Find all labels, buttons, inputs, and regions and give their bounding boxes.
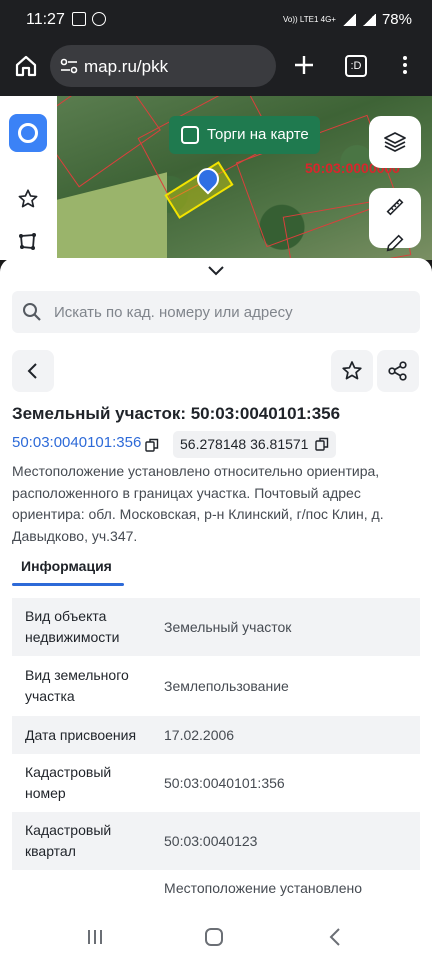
- search-bar: [12, 291, 420, 333]
- tab-information[interactable]: Информация: [12, 548, 124, 586]
- back-nav-icon[interactable]: [328, 928, 342, 946]
- home-icon[interactable]: [14, 54, 38, 78]
- status-time: 11:27: [26, 11, 65, 28]
- edit-pencil-icon[interactable]: [384, 232, 406, 254]
- search-input[interactable]: [54, 291, 404, 333]
- table-row: Местоположение установлено: [12, 870, 420, 902]
- object-info-sheet: Земельный участок: 50:03:0040101:356 50:…: [0, 258, 432, 902]
- copy-icon[interactable]: [315, 437, 329, 451]
- battery-level: 78%: [381, 11, 412, 28]
- network-label: Vo)) LTE1 4G+: [282, 14, 336, 24]
- home-nav-icon[interactable]: [205, 928, 223, 946]
- signal-icon-2: [361, 13, 376, 26]
- table-row: Кадастровый квартал 50:03:0040123: [12, 812, 420, 870]
- row-value: 50:03:0040123: [164, 833, 258, 849]
- chevron-left-icon: [27, 363, 37, 379]
- torgi-label: Торги на карте: [207, 126, 309, 143]
- map-field: [57, 172, 167, 260]
- favorite-button[interactable]: [331, 350, 373, 392]
- tab-information-label: Информация: [21, 558, 112, 574]
- browser-toolbar: map.ru/pkk :D: [0, 40, 432, 96]
- back-button[interactable]: [12, 350, 54, 392]
- tab-switcher-button[interactable]: :D: [345, 55, 367, 77]
- torgi-toggle-button[interactable]: Торги на карте: [169, 116, 320, 154]
- table-row: Дата присвоения 17.02.2006: [12, 716, 420, 754]
- recent-apps-icon[interactable]: [86, 929, 104, 945]
- map-tools-panel: [369, 188, 421, 252]
- copy-icon[interactable]: [145, 438, 159, 452]
- row-key: Вид земельного участка: [25, 667, 129, 704]
- coordinates-chip[interactable]: 56.278148 36.81571: [173, 431, 336, 458]
- search-icon: [23, 303, 41, 321]
- row-value: 17.02.2006: [164, 727, 235, 743]
- table-row: Вид объекта недвижимости Земельный участ…: [12, 598, 420, 656]
- share-icon: [388, 361, 407, 381]
- torgi-checkbox[interactable]: [181, 126, 199, 144]
- app-logo[interactable]: [9, 114, 47, 152]
- star-icon: [342, 361, 362, 380]
- notification-icon: [72, 12, 86, 26]
- map-view[interactable]: Торги на карте 50:03:0000000: [57, 96, 432, 260]
- row-key: Кадастровый квартал: [25, 822, 112, 859]
- share-button[interactable]: [377, 350, 419, 392]
- new-tab-icon[interactable]: [292, 53, 316, 77]
- info-table: Вид объекта недвижимости Земельный участ…: [12, 598, 420, 902]
- status-bar: 11:27 Vo)) LTE1 4G+ 78%: [0, 0, 432, 40]
- left-rail: [0, 96, 57, 260]
- table-row: Кадастровый номер 50:03:0040101:356: [12, 754, 420, 812]
- polygon-tool-icon[interactable]: [18, 232, 38, 252]
- signal-icon: [341, 13, 356, 26]
- cadastral-number-link[interactable]: 50:03:0040101:356: [12, 434, 141, 451]
- row-value: Землепользование: [164, 678, 289, 694]
- row-value: 50:03:0040101:356: [164, 775, 285, 791]
- active-tab-indicator: [12, 583, 124, 586]
- layers-icon: [384, 132, 406, 152]
- row-value: Местоположение установлено: [164, 880, 363, 896]
- table-row: Вид земельного участка Землепользование: [12, 656, 420, 716]
- object-title: Земельный участок: 50:03:0040101:356: [12, 404, 341, 423]
- row-key: Кадастровый номер: [25, 764, 112, 801]
- location-description: Местоположение установлено относительно …: [12, 463, 384, 544]
- favorites-star-icon[interactable]: [17, 188, 39, 210]
- coordinates-text: 56.278148 36.81571: [180, 436, 309, 452]
- browser-menu-icon[interactable]: [400, 54, 410, 78]
- url-text[interactable]: map.ru/pkk: [84, 57, 168, 77]
- address-bar[interactable]: map.ru/pkk: [50, 45, 276, 87]
- row-value: Земельный участок: [164, 619, 292, 635]
- row-key: Дата присвоения: [25, 727, 137, 743]
- at-sign-icon: [92, 12, 106, 26]
- system-nav-bar: [0, 902, 432, 960]
- ruler-icon[interactable]: [384, 196, 406, 218]
- collapse-chevron-icon[interactable]: [206, 265, 226, 277]
- row-key: Вид объекта недвижимости: [25, 608, 120, 645]
- site-settings-icon[interactable]: [60, 58, 78, 74]
- layers-button[interactable]: [369, 116, 421, 168]
